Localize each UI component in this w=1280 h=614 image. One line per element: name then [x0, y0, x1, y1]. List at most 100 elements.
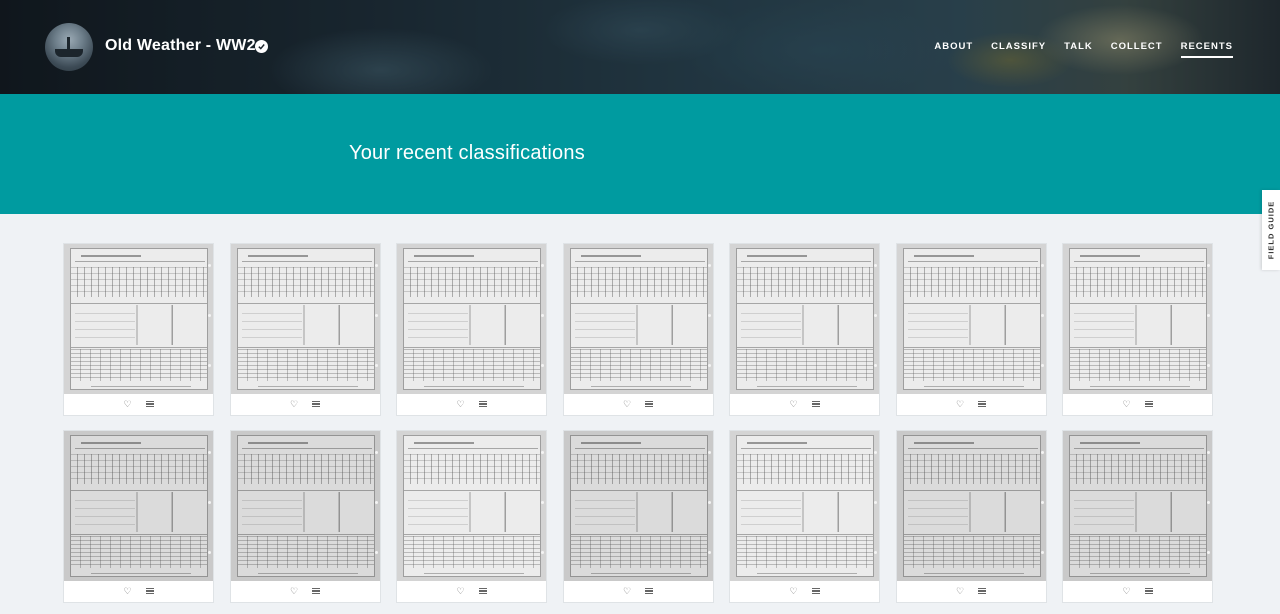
- favorite-button[interactable]: ♡: [122, 398, 134, 410]
- subject-thumbnail[interactable]: [1063, 431, 1212, 581]
- heart-icon: ♡: [789, 398, 798, 409]
- add-to-collection-button[interactable]: [643, 398, 655, 410]
- add-to-collection-button[interactable]: [144, 398, 156, 410]
- collect-list-icon: [145, 401, 154, 407]
- punch-hole: [707, 364, 711, 367]
- punch-hole: [707, 314, 711, 317]
- favorite-button[interactable]: ♡: [954, 585, 966, 597]
- add-to-collection-button[interactable]: [477, 398, 489, 410]
- heart-icon: ♡: [955, 585, 965, 596]
- subject-actions: ♡: [231, 580, 380, 602]
- add-to-collection-button[interactable]: [1143, 398, 1155, 410]
- favorite-button[interactable]: ♡: [621, 585, 633, 597]
- favorite-button[interactable]: ♡: [954, 398, 966, 410]
- collect-list-icon: [145, 588, 154, 594]
- subject-card: ♡: [895, 430, 1047, 603]
- add-to-collection-button[interactable]: [643, 585, 655, 597]
- subject-thumbnail[interactable]: [896, 431, 1046, 581]
- add-to-collection-button[interactable]: [976, 398, 988, 410]
- punch-hole: [374, 314, 378, 317]
- subject-thumbnail[interactable]: [563, 244, 713, 394]
- nav-link-about[interactable]: ABOUT: [934, 41, 973, 58]
- subject-actions: ♡: [397, 393, 546, 415]
- logbook-page-image: [403, 435, 541, 577]
- add-to-collection-button[interactable]: [976, 585, 988, 597]
- nav-link-recents[interactable]: RECENTS: [1180, 41, 1233, 58]
- punch-hole: [541, 264, 544, 267]
- logbook-page-image: [70, 248, 208, 390]
- add-to-collection-button[interactable]: [810, 398, 822, 410]
- favorite-button[interactable]: ♡: [122, 585, 134, 597]
- heart-icon: ♡: [789, 585, 798, 596]
- punch-hole: [707, 501, 711, 504]
- recents-hero-banner: Your recent classifications: [0, 94, 1280, 214]
- field-guide-label: FIELD GUIDE: [1266, 200, 1276, 260]
- logbook-page-image: [236, 435, 375, 577]
- subject-thumbnail[interactable]: [896, 244, 1046, 394]
- project-title[interactable]: Old Weather - WW2: [105, 37, 256, 55]
- collect-list-icon: [978, 401, 986, 407]
- project-avatar[interactable]: [45, 23, 93, 71]
- subject-actions: ♡: [64, 393, 213, 415]
- punch-hole: [1040, 501, 1044, 504]
- heart-icon: ♡: [1122, 585, 1131, 596]
- subject-thumbnail[interactable]: [64, 431, 213, 581]
- subject-actions: ♡: [897, 393, 1046, 415]
- subject-thumbnail[interactable]: [64, 244, 213, 394]
- favorite-button[interactable]: ♡: [1121, 585, 1133, 597]
- punch-hole: [208, 451, 211, 454]
- punch-hole: [208, 314, 211, 317]
- favorite-button[interactable]: ♡: [288, 398, 300, 410]
- punch-hole: [1207, 264, 1210, 267]
- heart-icon: ♡: [622, 585, 632, 596]
- favorite-button[interactable]: ♡: [455, 398, 467, 410]
- nav-link-collect[interactable]: COLLECT: [1111, 41, 1163, 58]
- subject-actions: ♡: [564, 393, 713, 415]
- subject-thumbnail[interactable]: [730, 244, 879, 394]
- punch-hole: [707, 551, 711, 554]
- subject-actions: ♡: [1063, 580, 1212, 602]
- add-to-collection-button[interactable]: [144, 585, 156, 597]
- collect-list-icon: [978, 588, 986, 594]
- add-to-collection-button[interactable]: [310, 398, 322, 410]
- punch-hole: [1040, 551, 1044, 554]
- punch-hole: [374, 264, 378, 267]
- punch-hole: [208, 501, 211, 504]
- collect-list-icon: [645, 588, 653, 594]
- logbook-page-image: [1069, 248, 1207, 390]
- subject-thumbnail[interactable]: [397, 244, 546, 394]
- subject-thumbnail[interactable]: [230, 244, 380, 394]
- collect-list-icon: [478, 588, 487, 594]
- add-to-collection-button[interactable]: [1143, 585, 1155, 597]
- subject-card: ♡: [63, 430, 214, 603]
- logbook-page-image: [403, 248, 541, 390]
- field-guide-tab[interactable]: FIELD GUIDE: [1262, 190, 1280, 270]
- subject-thumbnail[interactable]: [230, 431, 380, 581]
- subject-thumbnail[interactable]: [1063, 244, 1212, 394]
- favorite-button[interactable]: ♡: [455, 585, 467, 597]
- add-to-collection-button[interactable]: [310, 585, 322, 597]
- nav-link-classify[interactable]: CLASSIFY: [991, 41, 1046, 58]
- favorite-button[interactable]: ♡: [1121, 398, 1133, 410]
- favorite-button[interactable]: ♡: [788, 398, 800, 410]
- subject-thumbnail[interactable]: [563, 431, 713, 581]
- punch-hole: [1207, 314, 1210, 317]
- punch-hole: [1040, 451, 1044, 454]
- subject-card: ♡: [229, 243, 381, 416]
- punch-hole: [208, 264, 211, 267]
- add-to-collection-button[interactable]: [477, 585, 489, 597]
- add-to-collection-button[interactable]: [810, 585, 822, 597]
- heart-icon: ♡: [123, 398, 132, 409]
- subject-thumbnail[interactable]: [397, 431, 546, 581]
- heart-icon: ♡: [456, 398, 465, 409]
- subject-actions: ♡: [231, 393, 380, 415]
- subject-thumbnail[interactable]: [730, 431, 879, 581]
- nav-link-talk[interactable]: TALK: [1064, 41, 1093, 58]
- heart-icon: ♡: [955, 398, 965, 409]
- favorite-button[interactable]: ♡: [621, 398, 633, 410]
- favorite-button[interactable]: ♡: [788, 585, 800, 597]
- punch-hole: [374, 451, 378, 454]
- favorite-button[interactable]: ♡: [288, 585, 300, 597]
- subject-actions: ♡: [897, 580, 1046, 602]
- logbook-page-image: [569, 248, 708, 390]
